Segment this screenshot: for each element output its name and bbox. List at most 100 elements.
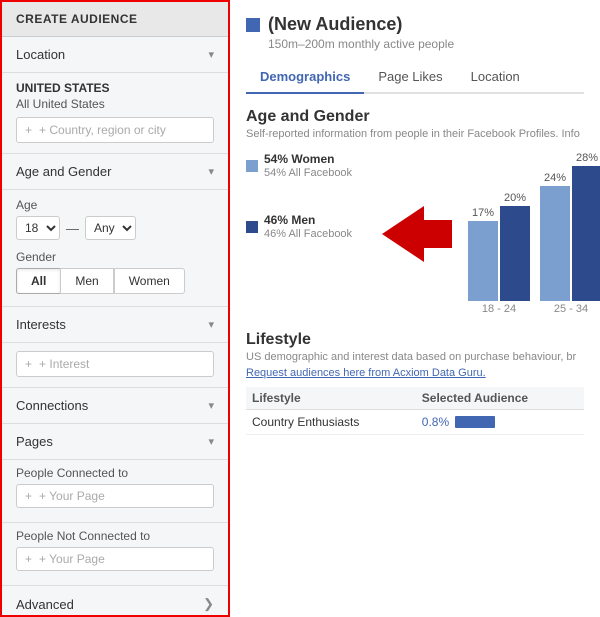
age-gender-section-row[interactable]: Age and Gender ▾ — [2, 154, 228, 190]
plus-icon: + — [25, 123, 32, 137]
country-sub-label: All United States — [16, 97, 214, 111]
interest-plus-icon: + — [25, 357, 32, 371]
left-panel: CREATE AUDIENCE Location ▾ UNITED STATES… — [0, 0, 230, 617]
men-legend-item: 46% Men 46% All Facebook — [246, 213, 366, 240]
women-pct-label: 54% Women — [264, 152, 352, 166]
tab-location[interactable]: Location — [457, 61, 534, 94]
mini-bar — [455, 416, 495, 428]
lifestyle-table: Lifestyle Selected Audience Country Enth… — [246, 387, 584, 435]
connections-chevron-icon: ▾ — [208, 399, 214, 412]
age-from-select[interactable]: 18 — [16, 216, 60, 240]
table-header-lifestyle: Lifestyle — [246, 387, 416, 410]
men-bar-18-24: 20% — [500, 192, 530, 301]
country-label: UNITED STATES — [16, 81, 214, 95]
right-panel: (New Audience) 150m–200m monthly active … — [230, 0, 600, 617]
bar-cell: 0.8% — [422, 415, 578, 429]
age-gender-expanded: Age 18 — Any Gender All Men Women — [2, 190, 228, 307]
women-bar-25-34: 24% — [540, 172, 570, 301]
bar-stack-18-24: 17% 20% — [468, 192, 530, 301]
your-page-placeholder-1: + Your Page — [39, 489, 105, 503]
location-expanded: UNITED STATES All United States + + Coun… — [2, 73, 228, 154]
women-legend-item: 54% Women 54% All Facebook — [246, 152, 366, 179]
women-sub-label: 54% All Facebook — [264, 167, 352, 179]
women-bar-18-24: 17% — [468, 207, 498, 301]
page-plus-icon-1: + — [25, 489, 32, 503]
location-input[interactable]: + + Country, region or city — [16, 117, 214, 143]
age-to-select[interactable]: Any — [85, 216, 136, 240]
pct-value: 0.8% — [422, 415, 449, 429]
audience-title: (New Audience) — [268, 14, 402, 35]
chart-legend: 54% Women 54% All Facebook 46% Men 46% A… — [246, 152, 366, 315]
age-row: 18 — Any — [16, 216, 214, 240]
pages-label: Pages — [16, 434, 53, 449]
men-legend-box — [246, 221, 258, 233]
bar-group-18-24: 17% 20% 18 - 24 — [468, 192, 530, 315]
interests-expanded: + + Interest — [2, 343, 228, 388]
location-label: Location — [16, 47, 65, 62]
lifestyle-name-cell: Country Enthusiasts — [246, 410, 416, 435]
advanced-arrow-icon: ❯ — [203, 596, 214, 612]
lifestyle-link[interactable]: Request audiences here from Acxiom Data … — [246, 367, 584, 379]
age-gender-label: Age and Gender — [16, 164, 111, 179]
interests-section-row[interactable]: Interests ▾ — [2, 307, 228, 343]
bar-stack-25-34: 24% 28% — [540, 152, 600, 301]
pages-section-row[interactable]: Pages ▾ — [2, 424, 228, 460]
women-bar-label-25-34: 24% — [540, 172, 570, 184]
audience-header: (New Audience) — [246, 14, 584, 35]
men-bar-label-25-34: 28% — [572, 152, 600, 164]
people-not-connected-label: People Not Connected to — [16, 529, 214, 543]
lifestyle-section: Lifestyle US demographic and interest da… — [246, 331, 584, 435]
your-page-placeholder-2: + Your Page — [39, 552, 105, 566]
tab-bar: Demographics Page Likes Location — [246, 61, 584, 94]
gender-women-button[interactable]: Women — [114, 268, 185, 294]
tab-page-likes[interactable]: Page Likes — [364, 61, 456, 94]
table-row: Country Enthusiasts 0.8% — [246, 410, 584, 435]
location-placeholder-text: + Country, region or city — [39, 123, 166, 137]
gender-button-group: All Men Women — [16, 268, 214, 294]
lifestyle-title: Lifestyle — [246, 331, 584, 349]
age-gender-section-desc: Self-reported information from people in… — [246, 128, 584, 140]
bar-group-label-25-34: 25 - 34 — [554, 303, 588, 315]
arrow-container — [382, 152, 452, 315]
age-dash: — — [66, 221, 79, 236]
connections-section-row[interactable]: Connections ▾ — [2, 388, 228, 424]
lifestyle-desc: US demographic and interest data based o… — [246, 351, 584, 363]
interest-input[interactable]: + + Interest — [16, 351, 214, 377]
pages-chevron-icon: ▾ — [208, 435, 214, 448]
gender-men-button[interactable]: Men — [60, 268, 113, 294]
men-bar-25-34: 28% — [572, 152, 600, 301]
your-page-input-2[interactable]: + + Your Page — [16, 547, 214, 571]
your-page-input-1[interactable]: + + Your Page — [16, 484, 214, 508]
red-arrow-body — [424, 220, 452, 248]
create-audience-header: CREATE AUDIENCE — [2, 2, 228, 37]
table-header-selected-audience: Selected Audience — [416, 387, 584, 410]
people-connected-block: People Connected to + + Your Page — [2, 460, 228, 523]
page-plus-icon-2: + — [25, 552, 32, 566]
tab-demographics[interactable]: Demographics — [246, 61, 364, 94]
connections-label: Connections — [16, 398, 88, 413]
advanced-label: Advanced — [16, 597, 74, 612]
interest-placeholder-text: + Interest — [39, 357, 89, 371]
red-arrow-icon — [382, 206, 424, 262]
interests-chevron-icon: ▾ — [208, 318, 214, 331]
audience-sub: 150m–200m monthly active people — [268, 37, 584, 51]
men-bar-label-18-24: 20% — [500, 192, 530, 204]
bar-group-label-18-24: 18 - 24 — [482, 303, 516, 315]
women-legend-box — [246, 160, 258, 172]
audience-icon — [246, 18, 260, 32]
location-chevron-icon: ▾ — [208, 48, 214, 61]
age-gender-chevron-icon: ▾ — [208, 165, 214, 178]
age-gender-section-title: Age and Gender — [246, 108, 584, 126]
people-not-connected-block: People Not Connected to + + Your Page — [2, 523, 228, 586]
bars-area: 17% 20% 18 - 24 24% — [468, 152, 600, 315]
chart-area: 54% Women 54% All Facebook 46% Men 46% A… — [246, 152, 584, 315]
men-sub-label: 46% All Facebook — [264, 228, 352, 240]
lifestyle-pct-cell: 0.8% — [416, 410, 584, 435]
advanced-row[interactable]: Advanced ❯ — [2, 586, 228, 617]
gender-field-label: Gender — [16, 250, 214, 264]
location-section-row[interactable]: Location ▾ — [2, 37, 228, 73]
gender-all-button[interactable]: All — [16, 268, 60, 294]
people-connected-label: People Connected to — [16, 466, 214, 480]
bar-group-25-34: 24% 28% 25 - 34 — [540, 152, 600, 315]
women-bar-label-18-24: 17% — [468, 207, 498, 219]
